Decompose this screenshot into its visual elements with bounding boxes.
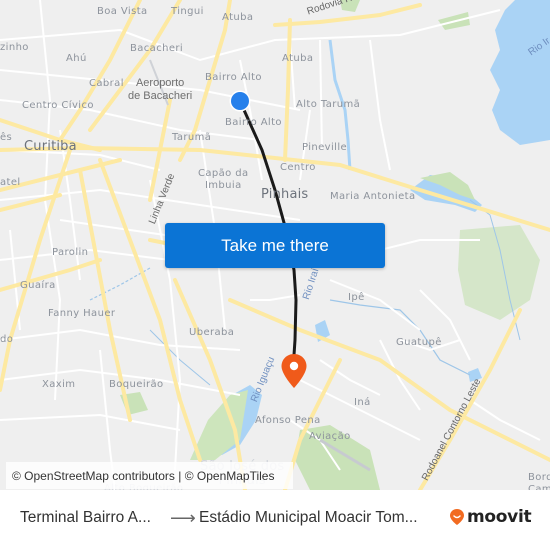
map-label-bairro-alto-1: Bairro Alto [205,72,262,83]
map-label-guaira: Guaíra [20,280,56,291]
route-footer: Terminal Bairro A... ⟶ Estádio Municipal… [0,490,550,550]
map-label-centro-civico: Centro Cívico [22,100,94,111]
map-label-fanny-hauer: Fanny Hauer [48,308,116,319]
moovit-wordmark: moovit [467,507,532,527]
map-label-parolin: Parolin [52,247,89,258]
map-label-boa-vista: Boa Vista [97,6,148,17]
map-label-xaxim: Xaxim [42,379,76,390]
origin-pin-icon[interactable] [228,89,252,113]
map-label-borda-campo: Borda Cam [528,472,550,490]
map-label-uberaba: Uberaba [189,327,235,338]
map-label-zinho: zinho [0,42,29,53]
origin-stop-name: Terminal Bairro A... [20,509,151,526]
destination-pin-icon[interactable] [280,353,308,390]
map-label-cabral: Cabral [89,78,124,89]
map-label-tingui: Tingui [171,6,204,17]
map-label-bairro-alto-2: Bairro Alto [225,117,282,128]
map-label-guatupe: Guatupê [396,337,442,348]
take-me-there-button[interactable]: Take me there [165,223,385,268]
map-label-atel: atel [0,177,21,188]
map-label-pinhais: Pinhais [261,187,309,202]
map-label-ahu: Ahú [66,53,87,64]
map-attribution[interactable]: © OpenStreetMap contributors | © OpenMap… [6,462,293,489]
map-label-bacacheri: Bacacheri [130,43,184,54]
map-label-centro: Centro [280,162,316,173]
map-label-capao-da-imbuia: Capão da Imbuia [198,168,249,191]
map-label-ipe: Ipê [348,292,365,303]
map[interactable]: Boa Vista Tingui Atuba Rodovia Regis Rio… [0,0,550,490]
map-label-atuba-top: Atuba [222,12,254,23]
moovit-logo[interactable]: moovit [449,507,532,527]
arrow-right-icon: ⟶ [170,508,196,528]
map-label-es: ês [0,132,13,143]
map-label-afonso-pena: Afonso Pena [255,415,321,426]
map-label-aviacao: Aviação [309,431,351,442]
map-label-alto-taruma: Alto Tarumã [296,99,361,110]
map-label-boqueirao: Boqueirão [109,379,164,390]
destination-name: Estádio Municipal Moacir Tom... [199,509,418,526]
map-label-curitiba: Curitiba [24,139,77,154]
map-label-do: do [0,334,14,345]
map-label-atuba: Atuba [282,53,314,64]
map-label-pineville: Pineville [302,142,348,153]
map-label-maria-antonieta: Maria Antonieta [330,191,416,202]
map-label-ina: Iná [354,397,371,408]
map-label-aeroporto-bacacheri: Aeroporto de Bacacheri [128,77,193,102]
moovit-pin-icon [450,509,464,525]
map-label-taruma: Tarumã [172,132,212,143]
